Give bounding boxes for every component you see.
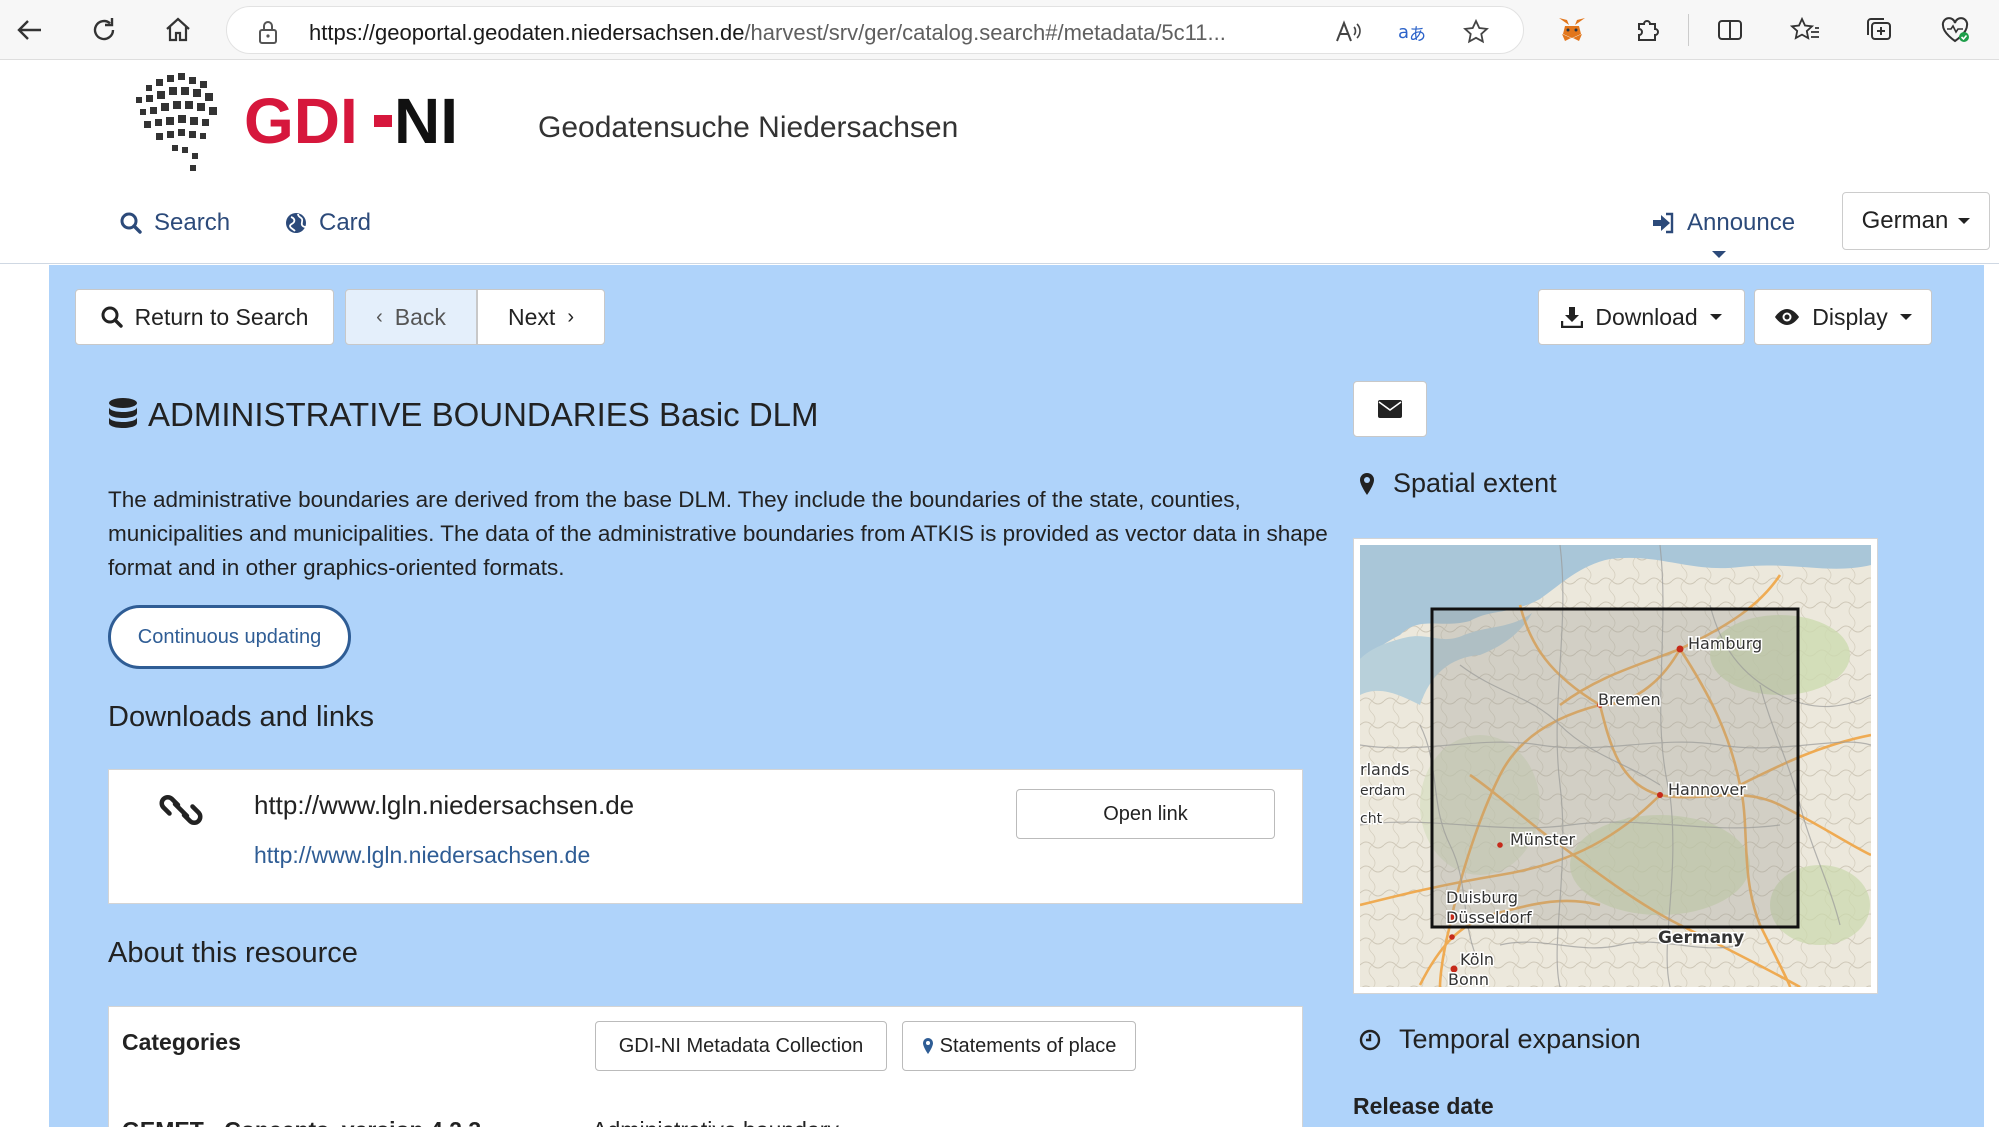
categories-table: Categories GDI-NI Metadata Collection St…	[108, 1006, 1303, 1127]
link-url[interactable]: http://www.lgln.niedersachsen.de	[254, 842, 590, 869]
clock-icon	[1359, 1029, 1381, 1050]
svg-text:あ: あ	[1409, 25, 1426, 45]
map-label-bremen: Bremen	[1598, 690, 1661, 709]
open-link-button[interactable]: Open link	[1016, 789, 1275, 839]
sign-in-icon	[1653, 212, 1674, 234]
map-label-dusseldorf: Düsseldorf	[1446, 908, 1532, 927]
display-label: Display	[1812, 303, 1888, 330]
next-button[interactable]: Next ›	[477, 289, 605, 345]
link-card: http://www.lgln.niedersachsen.de http://…	[108, 769, 1303, 904]
chevron-right-icon: ›	[567, 305, 574, 328]
next-label: Next	[508, 303, 556, 330]
svg-text:a: a	[1398, 22, 1409, 43]
nav-card-label: Card	[319, 209, 372, 236]
map-label-koln: Köln	[1460, 950, 1494, 969]
temporal-expansion-heading: Temporal expansion	[1359, 1024, 1641, 1055]
site-title: Geodatensuche Niedersachsen	[538, 111, 959, 144]
map-label-hamburg: Hamburg	[1688, 634, 1762, 653]
nav-card[interactable]: Card	[285, 203, 371, 243]
map-label-bonn: Bonn	[1448, 970, 1489, 987]
about-heading: About this resource	[108, 937, 358, 969]
gdi-ni-logo[interactable]: GDI NI	[132, 67, 522, 184]
email-button[interactable]	[1353, 381, 1427, 437]
chain-link-icon	[159, 795, 203, 825]
logo-ni-text: NI	[394, 85, 458, 157]
metamask-fox-icon[interactable]	[1552, 10, 1592, 50]
collections-icon[interactable]	[1860, 10, 1900, 50]
search-icon	[101, 306, 123, 328]
nav-search[interactable]: Search	[120, 203, 230, 243]
category-tag-label: Statements of place	[939, 1034, 1117, 1057]
translate-icon[interactable]: aあ	[1397, 17, 1427, 47]
logo-gdi-text: GDI	[244, 85, 358, 157]
map-label-germany: Germany	[1658, 928, 1744, 948]
chevron-down-icon	[1958, 218, 1971, 224]
categories-label: Categories	[122, 1029, 241, 1055]
category-tag-statements-of-place[interactable]: Statements of place	[902, 1021, 1136, 1071]
home-icon[interactable]	[158, 10, 198, 50]
download-label: Download	[1595, 303, 1698, 330]
temporal-expansion-label: Temporal expansion	[1399, 1024, 1641, 1054]
browser-health-icon[interactable]	[1935, 10, 1975, 50]
map-marker-icon	[1360, 472, 1374, 495]
status-badge[interactable]: Continuous updating	[108, 605, 351, 669]
chevron-down-icon	[1899, 314, 1912, 320]
category-tag-label: GDI-NI Metadata Collection	[618, 1034, 864, 1057]
main-content: Return to Search ‹ Back Next › Download …	[49, 265, 1984, 1127]
map-canvas[interactable]: Hamburg Bremen Hannover Münster Duisburg…	[1360, 545, 1871, 987]
read-aloud-icon[interactable]	[1333, 17, 1363, 47]
return-to-search-label: Return to Search	[134, 303, 309, 330]
record-title: ADMINISTRATIVE BOUNDARIES Basic DLM	[108, 396, 819, 434]
lock-icon	[257, 19, 279, 50]
map-label-duisburg: Duisburg	[1446, 888, 1518, 907]
display-button[interactable]: Display	[1754, 289, 1932, 345]
map-marker-icon	[922, 1038, 933, 1054]
back-button[interactable]: ‹ Back	[345, 289, 477, 345]
return-to-search-button[interactable]: Return to Search	[75, 289, 334, 345]
category-tag-metadata-collection[interactable]: GDI-NI Metadata Collection	[595, 1021, 887, 1071]
map-label-lands: rlands	[1360, 760, 1409, 779]
nav-announce[interactable]: Announce	[1651, 203, 1795, 243]
split-screen-icon[interactable]	[1710, 10, 1750, 50]
link-title: http://www.lgln.niedersachsen.de	[254, 790, 635, 820]
chevron-left-icon: ‹	[376, 305, 383, 328]
address-bar[interactable]: https://geoportal.geodaten.niedersachsen…	[226, 6, 1524, 54]
envelope-icon	[1378, 400, 1402, 418]
map-label-munster: Münster	[1510, 830, 1576, 849]
toolbar-separator	[1688, 14, 1689, 46]
extensions-puzzle-icon[interactable]	[1628, 10, 1668, 50]
back-arrow-icon[interactable]	[10, 10, 50, 50]
downloads-heading: Downloads and links	[108, 701, 374, 733]
language-label: German	[1861, 207, 1949, 234]
language-select[interactable]: German	[1842, 192, 1990, 250]
download-button[interactable]: Download	[1538, 289, 1745, 345]
announce-caret-icon	[1712, 251, 1726, 258]
record-description: The administrative boundaries are derive…	[108, 487, 1328, 580]
map-label-hannover: Hannover	[1668, 780, 1746, 799]
record-title-text: ADMINISTRATIVE BOUNDARIES Basic DLM	[148, 396, 819, 433]
browser-toolbar: https://geoportal.geodaten.niedersachsen…	[0, 0, 1999, 60]
release-date-label: Release date	[1353, 1093, 1494, 1119]
database-icon	[109, 398, 137, 428]
nav-search-label: Search	[154, 209, 231, 236]
map-label-cht: cht	[1360, 811, 1383, 827]
search-icon	[120, 212, 142, 234]
favorite-star-icon[interactable]	[1461, 17, 1491, 47]
site-header: GDI NI Geodatensuche Niedersachsen Searc…	[0, 61, 1999, 264]
download-icon	[1561, 307, 1584, 328]
map-label-erdam: erdam	[1360, 783, 1405, 799]
url-text[interactable]: https://geoportal.geodaten.niedersachsen…	[309, 20, 1349, 46]
back-label: Back	[394, 303, 446, 330]
chevron-down-icon	[1709, 314, 1722, 320]
reload-icon[interactable]	[84, 10, 124, 50]
gemet-value[interactable]: • Administrative boundary	[579, 1117, 839, 1127]
spatial-extent-label: Spatial extent	[1393, 468, 1557, 498]
eye-icon	[1775, 309, 1800, 325]
favorites-icon[interactable]	[1785, 10, 1825, 50]
spatial-extent-map[interactable]: Hamburg Bremen Hannover Münster Duisburg…	[1353, 538, 1878, 994]
spatial-extent-heading: Spatial extent	[1359, 468, 1557, 499]
globe-icon	[286, 213, 307, 233]
nav-announce-label: Announce	[1687, 209, 1796, 236]
gemet-label: GEMET - Concepts, version 4.2.3	[122, 1117, 481, 1127]
